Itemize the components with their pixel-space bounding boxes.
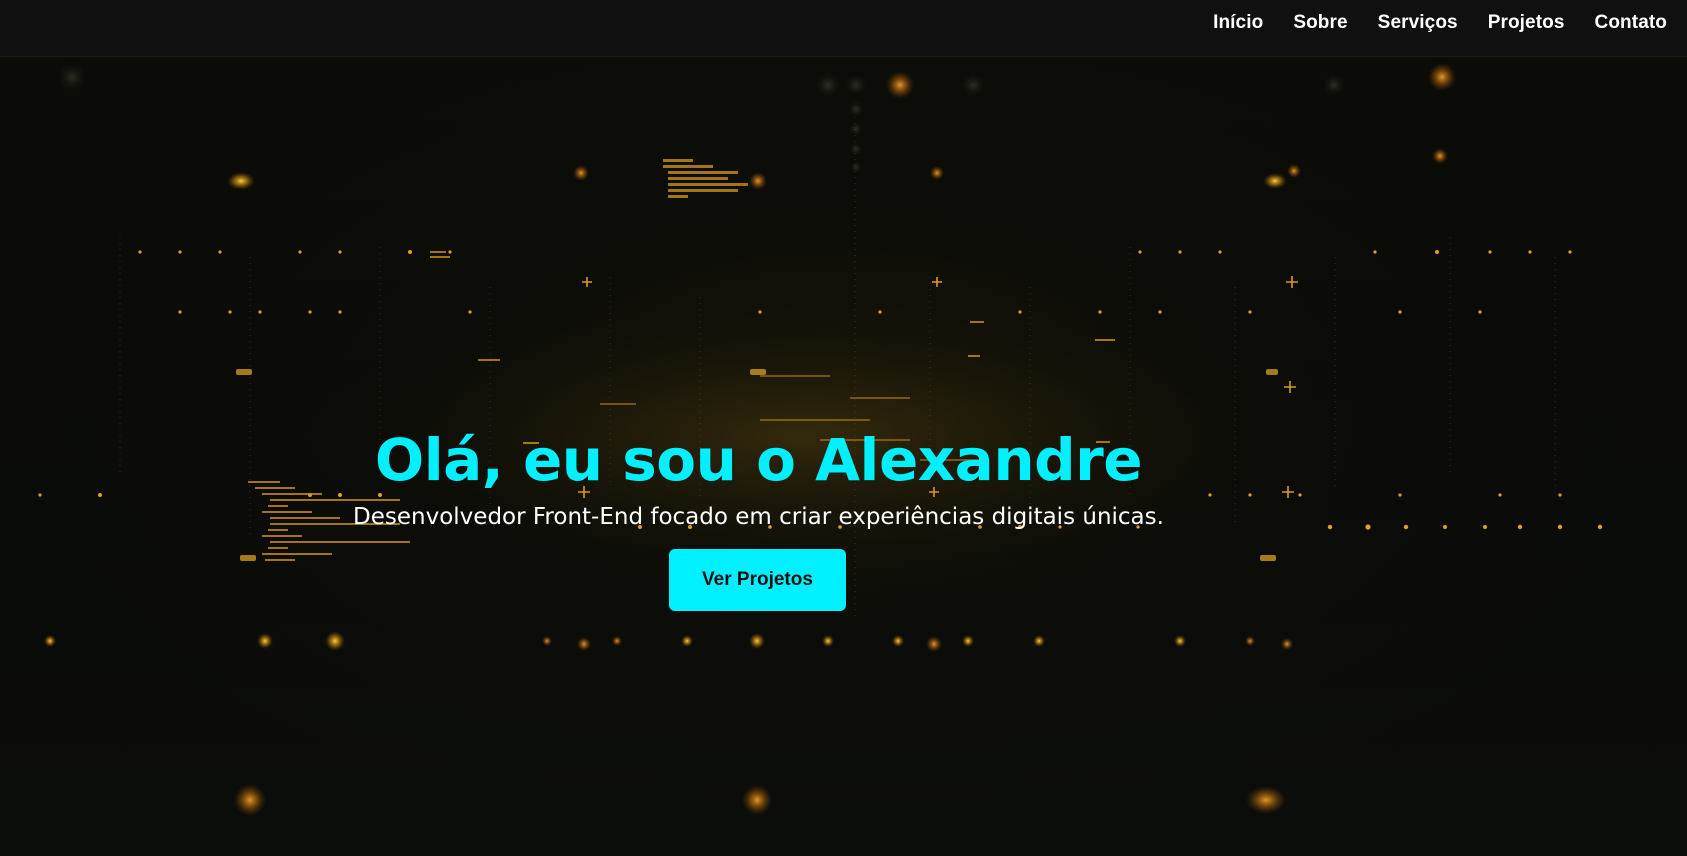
nav-link-servicos[interactable]: Serviços: [1378, 12, 1458, 34]
nav-link-contato[interactable]: Contato: [1595, 12, 1667, 34]
nav-link-inicio[interactable]: Início: [1213, 12, 1263, 34]
nav-link-sobre[interactable]: Sobre: [1293, 12, 1347, 34]
top-navigation-bar: Início Sobre Serviços Projetos Contato: [0, 0, 1687, 57]
hero-title: Olá, eu sou o Alexandre: [374, 425, 1143, 494]
view-projects-button[interactable]: Ver Projetos: [669, 549, 846, 611]
hero-section: Olá, eu sou o Alexandre Desenvolvedor Fr…: [0, 57, 1687, 856]
hero-subtitle: Desenvolvedor Front-End focado em criar …: [353, 504, 1164, 530]
main-nav: Início Sobre Serviços Projetos Contato: [1213, 12, 1667, 34]
nav-link-projetos[interactable]: Projetos: [1488, 12, 1565, 34]
